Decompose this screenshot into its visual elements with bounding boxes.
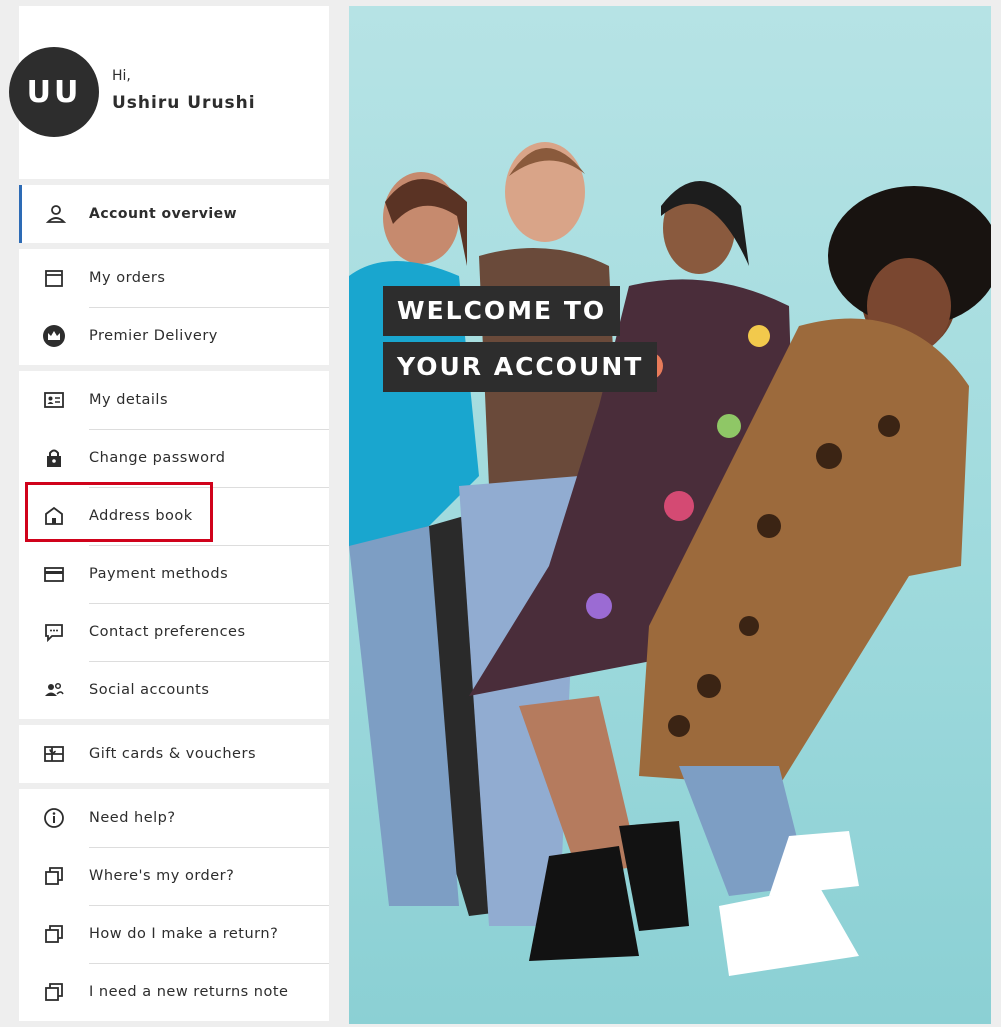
leopard-spot [697, 674, 721, 698]
patterned-sneaker [719, 886, 859, 976]
menu-item-label: Account overview [89, 206, 238, 222]
hero-heading-line-1: WELCOME TO [383, 286, 621, 336]
floral-dot [664, 491, 694, 521]
leopard-spot [816, 443, 842, 469]
menu-item-my-orders[interactable]: My orders [19, 249, 329, 307]
profile-card: UU Hi, Ushiru Urushi [9, 6, 329, 179]
avatar: UU [9, 47, 99, 137]
menu-item-label: Payment methods [89, 566, 229, 582]
menu-group: Need help? Where's my order? How do I make… [19, 789, 329, 1021]
menu-item-label: Where's my order? [89, 868, 235, 884]
gift-card-icon [19, 742, 89, 766]
menu-item-label: Contact preferences [89, 624, 246, 640]
menu-item-label: My orders [89, 270, 166, 286]
id-card-icon [19, 388, 89, 412]
leopard-spot [668, 715, 690, 737]
leopard-spot [739, 616, 759, 636]
leopard-spot [757, 514, 781, 538]
external-link-icon [19, 864, 89, 888]
menu-item-make-a-return[interactable]: How do I make a return? [19, 905, 329, 963]
menu-item-label: My details [89, 392, 169, 408]
menu-item-contact-preferences[interactable]: Contact preferences [19, 603, 329, 661]
menu-item-label: Social accounts [89, 682, 210, 698]
chat-icon [19, 620, 89, 644]
info-icon [19, 806, 89, 830]
menu-item-label: Need help? [89, 810, 176, 826]
people-icon [19, 678, 89, 702]
leopard-spot [878, 415, 900, 437]
menu-group: My orders Premier Delivery [19, 249, 329, 365]
credit-card-icon [19, 562, 89, 586]
menu-item-label: Address book [89, 508, 193, 524]
menu-item-label: Premier Delivery [89, 328, 218, 344]
account-menu: Account overview My orders Premier Deliver… [19, 185, 329, 1021]
hero-banner: WELCOME TO YOUR ACCOUNT [349, 6, 991, 1024]
lock-icon [19, 446, 89, 470]
menu-item-premier-delivery[interactable]: Premier Delivery [19, 307, 329, 365]
menu-group: Account overview [19, 185, 329, 243]
menu-item-label: Change password [89, 450, 226, 466]
menu-item-address-book[interactable]: Address book [19, 482, 329, 545]
account-sidebar: UU Hi, Ushiru Urushi Account overview My … [9, 6, 329, 1027]
external-link-icon [19, 980, 89, 1004]
hero-heading-line-2: YOUR ACCOUNT [383, 342, 658, 392]
person-icon [22, 202, 89, 226]
house-icon [19, 504, 89, 528]
package-icon [19, 266, 89, 290]
floral-dot [586, 593, 612, 619]
menu-item-change-password[interactable]: Change password [19, 429, 329, 487]
greeting-text: Hi, [112, 68, 131, 84]
menu-item-account-overview[interactable]: Account overview [19, 185, 329, 243]
hero-photo [349, 142, 991, 976]
external-link-icon [19, 922, 89, 946]
menu-group: Gift cards & vouchers [19, 725, 329, 783]
menu-item-label: I need a new returns note [89, 984, 289, 1000]
menu-group: My details Change password Address book Pay… [19, 371, 329, 719]
menu-item-my-details[interactable]: My details [19, 371, 329, 429]
menu-item-returns-note[interactable]: I need a new returns note [19, 963, 329, 1021]
menu-item-social-accounts[interactable]: Social accounts [19, 661, 329, 719]
crown-icon [19, 324, 89, 348]
menu-item-need-help[interactable]: Need help? [19, 789, 329, 847]
floral-dot [748, 325, 770, 347]
menu-item-gift-cards[interactable]: Gift cards & vouchers [19, 725, 329, 783]
floral-dot [717, 414, 741, 438]
menu-item-label: How do I make a return? [89, 926, 279, 942]
user-name: Ushiru Urushi [112, 93, 256, 113]
menu-item-label: Gift cards & vouchers [89, 746, 256, 762]
menu-item-payment-methods[interactable]: Payment methods [19, 545, 329, 603]
menu-item-wheres-my-order[interactable]: Where's my order? [19, 847, 329, 905]
